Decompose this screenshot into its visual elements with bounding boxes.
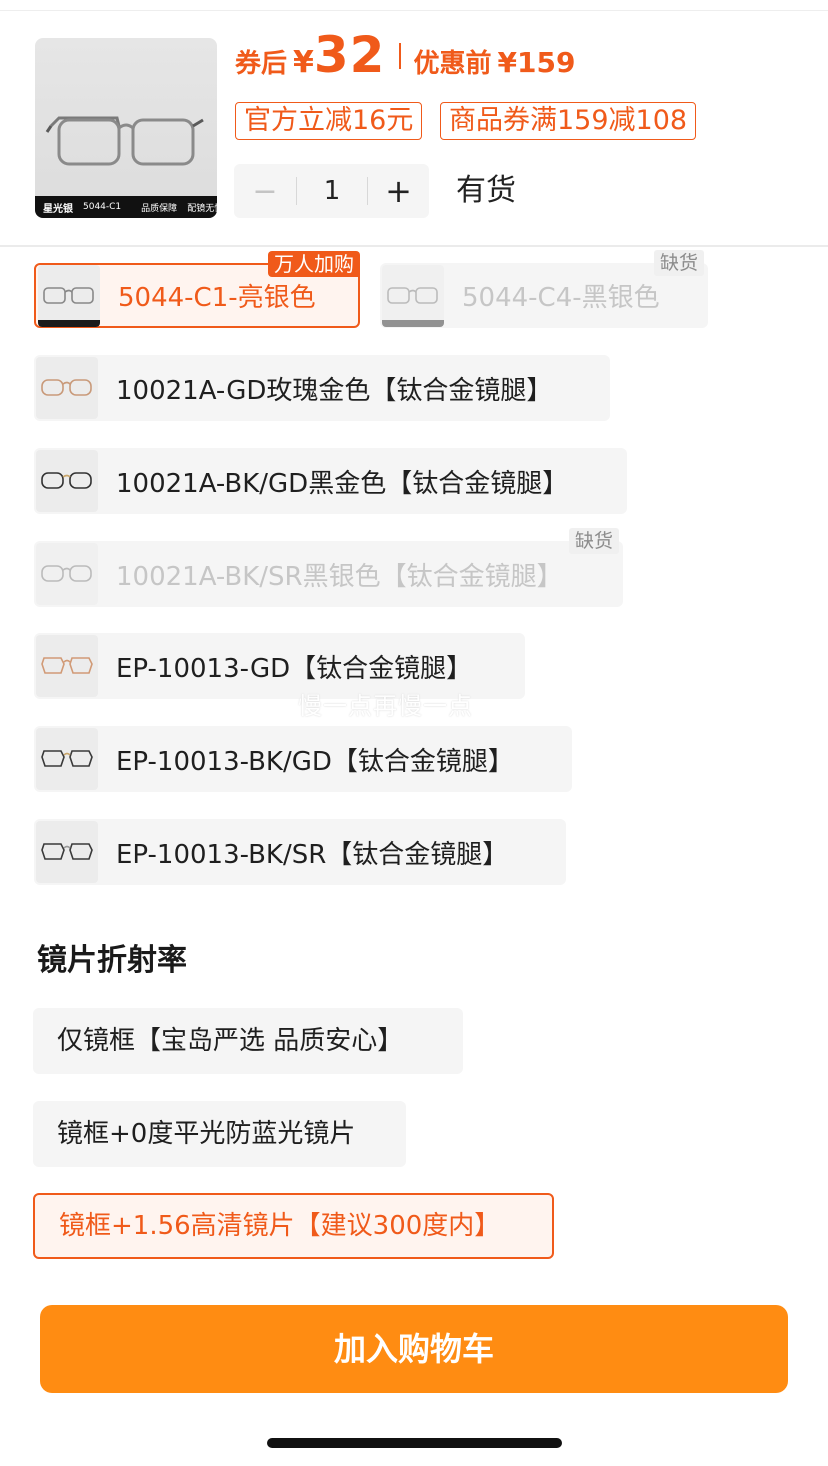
thumb-brand: 星光银 <box>43 203 73 215</box>
out-of-stock-tag: 缺货 <box>653 250 704 276</box>
glasses-icon <box>41 379 92 396</box>
frame-option-label: 10021A-BK/GD黑金色【钛合金镜腿】 <box>116 468 569 499</box>
product-image-caption: 星光银 5044-C1 品质保障 配镜无忧 <box>35 196 217 218</box>
quantity-increase-button[interactable]: + <box>368 172 429 210</box>
frame-option-label: EP-10013-BK/SR【钛合金镜腿】 <box>116 839 509 870</box>
frame-option-label: 5044-C4-黑银色 <box>462 283 660 313</box>
option-thumbnail <box>36 543 98 605</box>
after-coupon-price: 32 <box>313 26 386 84</box>
thumb-tag-quality: 品质保障 <box>141 203 178 214</box>
frame-option-label: EP-10013-BK/GD【钛合金镜腿】 <box>116 746 514 777</box>
option-thumbnail <box>36 728 98 790</box>
option-thumbnail <box>36 821 98 883</box>
glasses-icon <box>41 472 92 489</box>
frame-option-ep-10013-bk-gd[interactable]: EP-10013-BK/GD【钛合金镜腿】 <box>34 726 572 792</box>
quantity-value[interactable]: 1 <box>297 176 367 206</box>
thumb-model: 5044-C1 <box>83 202 122 212</box>
lens-option-frame-only[interactable]: 仅镜框【宝岛严选 品质安心】 <box>33 1008 463 1074</box>
frame-option-label: 10021A-BK/SR黑银色【钛合金镜腿】 <box>116 561 563 592</box>
home-indicator <box>267 1438 562 1448</box>
frame-option-label: 10021A-GD玫瑰金色【钛合金镜腿】 <box>116 375 553 406</box>
frame-option-5044-c1[interactable]: 5044-C1-亮银色 万人加购 <box>34 251 360 328</box>
promo-badge-official-discount: 官方立减16元 <box>235 102 423 140</box>
glasses-icon <box>41 657 93 674</box>
lens-section-title: 镜片折射率 <box>37 943 187 978</box>
watermark-text: 慢一点再慢一点 <box>298 692 473 720</box>
section-divider <box>0 245 828 247</box>
glasses-icon <box>41 750 93 767</box>
glasses-icon <box>45 116 204 166</box>
frame-option-10021a-bk-sr[interactable]: 10021A-BK/SR黑银色【钛合金镜腿】 缺货 <box>34 528 623 607</box>
glasses-icon <box>41 843 93 860</box>
lens-option-1-56-hd[interactable]: 镜框+1.56高清镜片【建议300度内】 <box>33 1193 554 1259</box>
price-row: 券后 ¥ 32 优惠前 ¥159 <box>235 26 575 86</box>
product-image: 星光银 5044-C1 品质保障 配镜无忧 <box>35 38 217 218</box>
before-discount-price: ¥159 <box>497 46 576 79</box>
glasses-icon <box>41 565 92 582</box>
option-thumbnail <box>382 264 444 327</box>
top-divider <box>0 10 828 11</box>
promo-badge-coupon: 商品券满159减108 <box>440 102 697 140</box>
out-of-stock-tag: 缺货 <box>568 528 619 554</box>
glasses-icon <box>43 286 94 304</box>
after-coupon-label: 券后 <box>235 49 288 79</box>
option-thumbnail <box>38 264 100 327</box>
frame-option-ep-10013-bk-sr[interactable]: EP-10013-BK/SR【钛合金镜腿】 <box>34 819 566 885</box>
quantity-decrease-button[interactable]: − <box>234 174 296 209</box>
glasses-icon <box>387 286 438 304</box>
frame-option-label: 5044-C1-亮银色 <box>118 283 316 313</box>
before-discount-label: 优惠前 <box>413 49 492 79</box>
frame-option-10021a-bk-gd[interactable]: 10021A-BK/GD黑金色【钛合金镜腿】 <box>34 448 627 514</box>
frame-option-5044-c4[interactable]: 5044-C4-黑银色 缺货 <box>380 250 708 328</box>
stock-status: 有货 <box>456 173 516 208</box>
add-to-cart-button[interactable]: 加入购物车 <box>40 1305 788 1393</box>
thumbnail-caption-bar <box>382 319 444 327</box>
option-thumbnail <box>36 635 98 697</box>
popular-tag: 万人加购 <box>268 251 360 277</box>
thumbnail-caption-bar <box>38 319 100 327</box>
option-thumbnail <box>36 357 98 419</box>
frame-option-10021a-gd[interactable]: 10021A-GD玫瑰金色【钛合金镜腿】 <box>34 355 610 421</box>
thumb-tag-service: 配镜无忧 <box>187 203 217 214</box>
currency-symbol: ¥ <box>293 45 314 80</box>
lens-option-plano-blue-light[interactable]: 镜框+0度平光防蓝光镜片 <box>33 1101 406 1167</box>
frame-option-label: EP-10013-GD【钛合金镜腿】 <box>116 653 473 684</box>
option-thumbnail <box>36 450 98 512</box>
quantity-stepper: − 1 + <box>234 164 429 218</box>
price-separator <box>399 43 402 69</box>
